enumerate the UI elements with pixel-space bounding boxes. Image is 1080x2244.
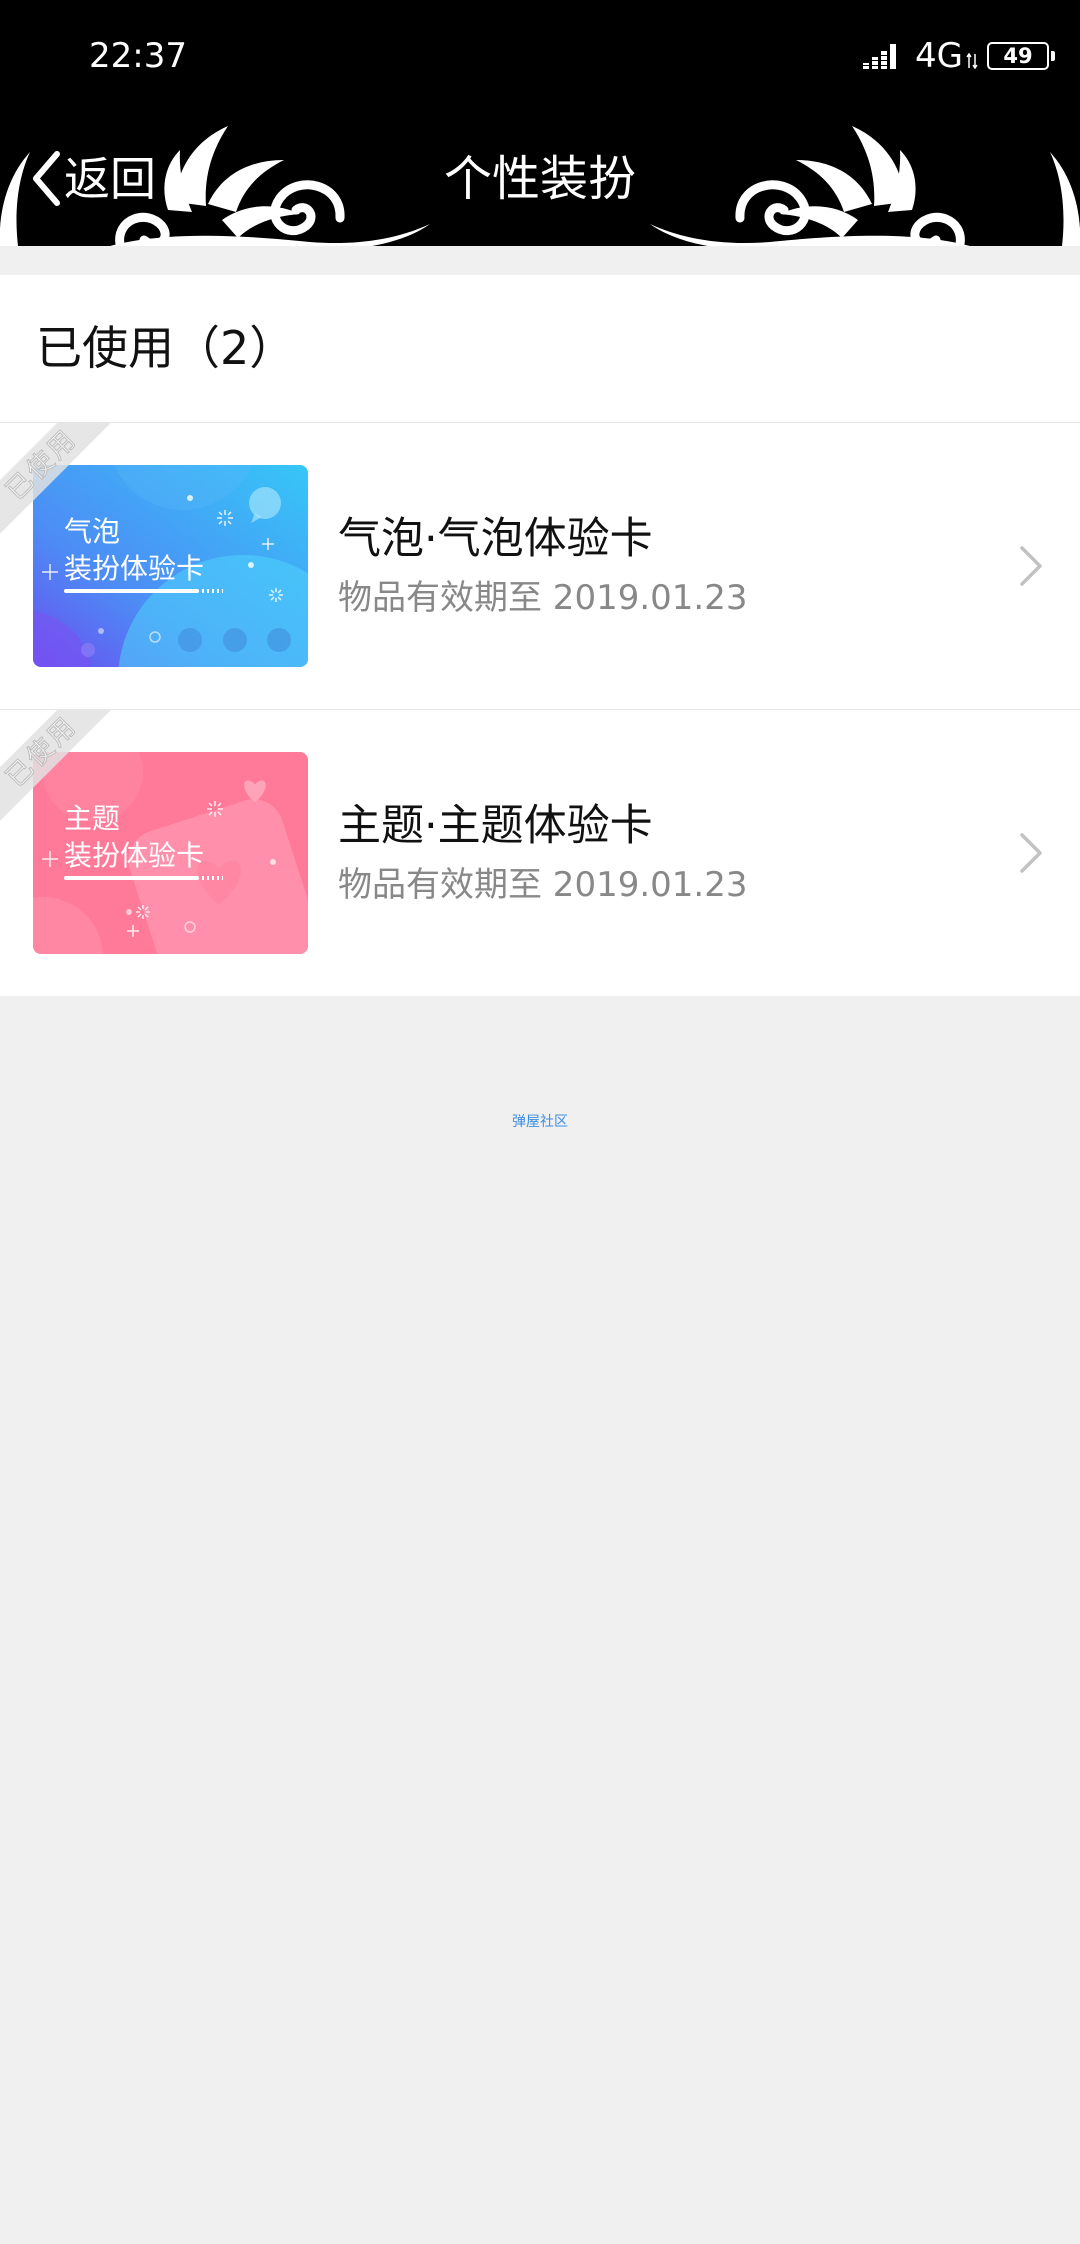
- card-label-name: 装扮体验卡: [64, 552, 205, 585]
- chevron-right-icon: [1020, 546, 1042, 586]
- list-item[interactable]: 气泡 装扮体验卡 已使用 气泡·气泡体验卡 物品有效期至 2019.01.23: [0, 423, 1080, 710]
- item-title: 气泡·气泡体验卡: [338, 514, 653, 564]
- footer-link[interactable]: 弹屋社区: [0, 1112, 1080, 1132]
- card-underline: [64, 876, 223, 880]
- header-bar: 22:37 4G 49 返回 个性装扮: [0, 0, 1080, 246]
- card-label-name: 装扮体验卡: [64, 839, 205, 872]
- network-type: 4G: [915, 36, 963, 76]
- card-underline: [64, 589, 223, 593]
- signal-icon: [863, 44, 896, 69]
- app-screen: 22:37 4G 49 返回 个性装扮 已使用（2） 气泡 装扮体验卡 已使用 …: [0, 0, 1080, 2244]
- item-expiry: 物品有效期至 2019.01.23: [338, 578, 748, 618]
- status-time: 22:37: [89, 36, 187, 76]
- card-thumbnail: 主题 装扮体验卡: [33, 752, 308, 954]
- item-expiry: 物品有效期至 2019.01.23: [338, 865, 748, 905]
- data-activity-icon: [966, 52, 978, 70]
- section-header: 已使用（2）: [0, 275, 1080, 423]
- section-title: 已使用（2）: [36, 321, 296, 375]
- list-item[interactable]: 主题 装扮体验卡 已使用 主题·主题体验卡 物品有效期至 2019.01.23: [0, 710, 1080, 996]
- item-title: 主题·主题体验卡: [338, 801, 653, 851]
- card-label-type: 气泡: [64, 515, 121, 548]
- battery-level: 49: [1003, 44, 1033, 68]
- battery-icon: 49: [987, 42, 1055, 70]
- card-label-type: 主题: [64, 802, 121, 835]
- page-title: 个性装扮: [443, 151, 636, 207]
- card-thumbnail: 气泡 装扮体验卡: [33, 465, 308, 667]
- chevron-right-icon: [1020, 833, 1042, 873]
